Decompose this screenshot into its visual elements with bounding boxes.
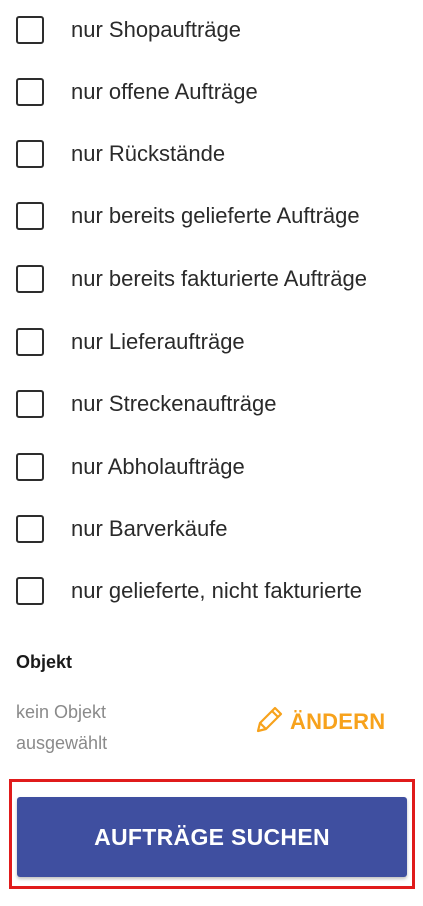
change-objekt-button[interactable]: ÄNDERN bbox=[252, 704, 385, 740]
search-orders-button[interactable]: AUFTRÄGE SUCHEN bbox=[17, 797, 407, 877]
filter-gelieferte-auftraege[interactable]: nur bereits gelieferte Aufträge bbox=[16, 200, 360, 232]
filter-fakturierte-auftraege[interactable]: nur bereits fakturierte Aufträge bbox=[16, 263, 367, 295]
filter-label: nur Shopaufträge bbox=[71, 17, 242, 42]
filter-lieferauftraege[interactable]: nur Lieferaufträge bbox=[16, 326, 245, 358]
pencil-icon bbox=[252, 703, 286, 742]
checkbox[interactable] bbox=[16, 78, 44, 106]
objekt-heading: Objekt bbox=[16, 652, 73, 672]
filter-offene-auftraege[interactable]: nur offene Aufträge bbox=[16, 76, 258, 108]
filter-label: nur Abholaufträge bbox=[71, 454, 245, 479]
filter-abholauftraege[interactable]: nur Abholaufträge bbox=[16, 451, 245, 483]
checkbox[interactable] bbox=[16, 328, 44, 356]
filter-rueckstaende[interactable]: nur Rückstände bbox=[16, 138, 225, 170]
filter-streckenauftraege[interactable]: nur Streckenaufträge bbox=[16, 388, 276, 420]
checkbox[interactable] bbox=[16, 16, 44, 44]
checkbox[interactable] bbox=[16, 140, 44, 168]
checkbox[interactable] bbox=[16, 515, 44, 543]
filter-label: nur offene Aufträge bbox=[71, 79, 258, 104]
checkbox[interactable] bbox=[16, 453, 44, 481]
filter-geliefert-nicht-fakturiert[interactable]: nur gelieferte, nicht fakturierte bbox=[16, 575, 362, 607]
filter-label: nur gelieferte, nicht fakturierte bbox=[71, 578, 363, 603]
filter-label: nur Barverkäufe bbox=[71, 516, 228, 541]
checkbox[interactable] bbox=[16, 390, 44, 418]
filter-label: nur Rückstände bbox=[71, 141, 226, 166]
filter-label: nur Streckenaufträge bbox=[71, 391, 277, 416]
filter-label: nur bereits gelieferte Aufträge bbox=[71, 203, 360, 228]
checkbox[interactable] bbox=[16, 577, 44, 605]
objekt-value: kein Objekt ausgewählt bbox=[16, 702, 108, 753]
filter-label: nur Lieferaufträge bbox=[71, 329, 245, 354]
change-label: ÄNDERN bbox=[290, 709, 386, 734]
checkbox[interactable] bbox=[16, 265, 44, 293]
checkbox[interactable] bbox=[16, 202, 44, 230]
filter-shopauftraege[interactable]: nur Shopaufträge bbox=[16, 14, 241, 46]
filter-label: nur bereits fakturierte Aufträge bbox=[71, 266, 367, 291]
filter-barverkaeufe[interactable]: nur Barverkäufe bbox=[16, 513, 228, 545]
